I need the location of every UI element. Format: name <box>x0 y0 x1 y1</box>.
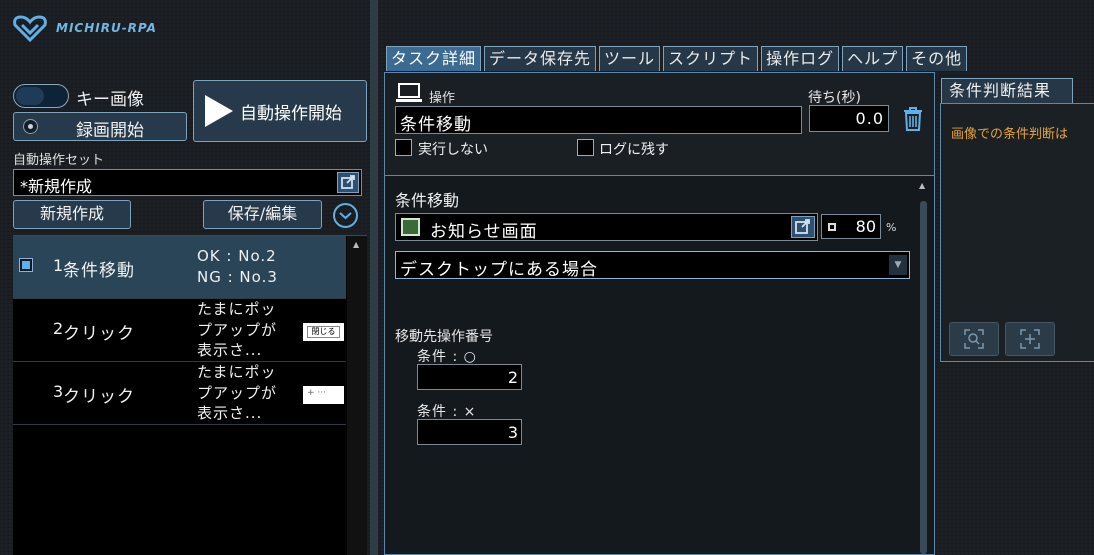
threshold-square-icon <box>828 223 836 231</box>
detail-scrollbar[interactable]: ▲ <box>916 179 932 554</box>
threshold-unit: % <box>886 221 897 234</box>
record-start-label: 録画開始 <box>76 121 144 141</box>
panel-divider[interactable] <box>370 0 378 555</box>
task-thumbnail: 閉じる <box>303 323 344 341</box>
tab-task-detail[interactable]: タスク詳細 <box>386 46 482 71</box>
main-tabs: タスク詳細 データ保存先 ツール スクリプト 操作ログ ヘルプ その他 <box>386 46 968 71</box>
save-edit-button[interactable]: 保存/編集 <box>203 200 322 229</box>
condition-ng-value: 3 <box>507 423 518 442</box>
app-logo: MICHIRU-RPA <box>12 14 157 42</box>
wait-seconds-label: 待ち(秒) <box>808 90 861 106</box>
task-number: 2 <box>53 319 64 338</box>
key-image-label: キー画像 <box>76 90 144 110</box>
open-external-icon[interactable] <box>791 216 815 238</box>
thumbnail-close-text: 閉じる <box>307 326 340 338</box>
image-select-field[interactable]: お知らせ画面 <box>395 213 818 242</box>
auto-start-button[interactable]: 自動操作開始 <box>193 80 367 142</box>
task-list: 1 条件移動 OK : No.2 NG : No.3 2 クリック たまにポッ … <box>13 235 367 555</box>
destination-label: 移動先操作番号 <box>395 329 493 345</box>
wait-seconds-value: 0.0 <box>855 109 884 128</box>
task-checkbox[interactable] <box>19 258 33 272</box>
tab-operation-log[interactable]: 操作ログ <box>761 46 840 71</box>
heart-logo-icon <box>13 15 47 42</box>
condition-ng-field[interactable]: 3 <box>417 419 522 445</box>
task-row[interactable]: 1 条件移動 OK : No.2 NG : No.3 <box>13 236 346 299</box>
section-title: 条件移動 <box>395 191 460 210</box>
operation-header: 操作 条件移動 待ち(秒) 0.0 実行しない ログに残す <box>385 73 934 176</box>
task-list-scrollbar[interactable]: ▲ <box>347 236 367 555</box>
operation-set-label: 自動操作セット <box>13 153 105 168</box>
scroll-thumb[interactable] <box>920 201 927 554</box>
tab-condition-result[interactable]: 条件判断結果 <box>941 78 1073 104</box>
chevron-down-icon[interactable]: ▼ <box>889 255 907 275</box>
tab-data-destination[interactable]: データ保存先 <box>484 46 597 71</box>
threshold-value: 80 <box>855 217 876 236</box>
task-name: クリック <box>63 324 135 344</box>
play-icon <box>205 95 233 127</box>
task-row[interactable]: 2 クリック たまにポッ プアップが 表示さ... 閉じる <box>13 299 346 362</box>
laptop-icon <box>396 83 422 102</box>
key-image-toggle[interactable] <box>13 84 69 108</box>
add-area-icon <box>1020 329 1040 349</box>
operation-value: 条件移動 <box>400 115 472 135</box>
record-start-button[interactable]: 録画開始 <box>13 112 187 141</box>
task-number: 3 <box>53 382 64 401</box>
auto-start-label: 自動操作開始 <box>240 104 342 124</box>
no-exec-checkbox[interactable] <box>395 139 412 156</box>
image-icon <box>401 218 420 236</box>
trash-icon[interactable] <box>902 106 924 132</box>
threshold-field[interactable]: 80 <box>821 214 881 239</box>
zoom-search-icon <box>964 329 984 349</box>
task-name: クリック <box>63 387 135 407</box>
task-description: OK : No.2 NG : No.3 <box>197 247 278 286</box>
record-radio-icon <box>23 119 38 134</box>
operation-field[interactable]: 条件移動 <box>395 106 802 135</box>
task-description: たまにポッ プアップが 表示さ... <box>197 300 278 359</box>
task-thumbnail: + ··· <box>303 386 344 404</box>
no-exec-label: 実行しない <box>418 142 488 158</box>
task-description: たまにポッ プアップが 表示さ... <box>197 363 278 422</box>
tab-tools[interactable]: ツール <box>599 46 661 71</box>
condition-ok-label: 条件 : ○ <box>417 349 477 365</box>
operation-label: 操作 <box>429 91 456 106</box>
condition-result-panel: 画像での条件判断は <box>940 103 1094 362</box>
condition-result-text: 画像での条件判断は <box>951 127 1069 142</box>
condition-ng-label: 条件 : × <box>417 404 477 420</box>
keep-log-label: ログに残す <box>599 142 669 158</box>
keep-log-checkbox[interactable] <box>577 139 594 156</box>
operation-set-value: *新規作成 <box>20 177 93 196</box>
image-name: お知らせ画面 <box>430 222 538 242</box>
condition-ok-value: 2 <box>507 368 518 387</box>
thumbnail-icons: + ··· <box>307 388 326 398</box>
wait-seconds-field[interactable]: 0.0 <box>809 105 889 132</box>
chevron-down-icon[interactable] <box>333 203 358 228</box>
app-name: MICHIRU-RPA <box>56 21 157 35</box>
zoom-search-button[interactable] <box>949 322 999 356</box>
tab-other[interactable]: その他 <box>906 46 968 71</box>
task-name: 条件移動 <box>63 261 135 281</box>
new-set-button[interactable]: 新規作成 <box>13 200 131 229</box>
task-number: 1 <box>53 256 64 275</box>
tab-script[interactable]: スクリプト <box>663 46 759 71</box>
condition-ok-field[interactable]: 2 <box>417 364 522 390</box>
task-row[interactable]: 3 クリック たまにポッ プアップが 表示さ... + ··· <box>13 362 346 425</box>
task-detail-panel: 操作 条件移動 待ち(秒) 0.0 実行しない ログに残す 条件移動 お知らせ画… <box>384 72 935 555</box>
open-external-icon[interactable] <box>337 172 359 193</box>
location-selected-value: デスクトップにある場合 <box>400 260 598 280</box>
add-area-button[interactable] <box>1005 322 1055 356</box>
location-select[interactable]: デスクトップにある場合 ▼ <box>395 251 910 280</box>
tab-help[interactable]: ヘルプ <box>842 46 904 71</box>
scroll-up-icon[interactable]: ▲ <box>353 240 359 249</box>
scroll-up-icon[interactable]: ▲ <box>919 181 925 190</box>
operation-set-field[interactable]: *新規作成 <box>13 169 362 196</box>
